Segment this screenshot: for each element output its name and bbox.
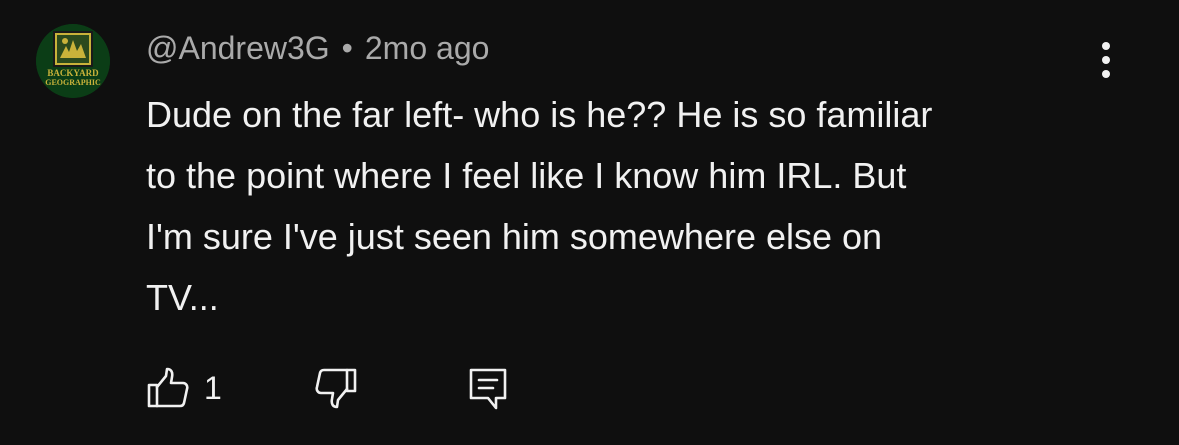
logo-line-2: GEOGRAPHIC [45,78,101,87]
more-vert-icon-dot [1102,70,1110,78]
logo-line-1: BACKYARD [47,68,99,78]
meta-separator: • [341,30,353,66]
reply-icon [469,368,507,410]
comment-thread-item: BACKYARD GEOGRAPHIC @Andrew3G • 2mo ago Du… [0,0,1179,445]
reply-button[interactable] [466,364,510,412]
more-vert-icon-dot [1102,56,1110,64]
more-options-button[interactable] [1090,38,1122,82]
thumbs-down-icon [315,368,357,409]
like-button[interactable]: 1 [146,364,222,412]
comment-text: Dude on the far left- who is he?? He is … [146,94,933,318]
comment-header: @Andrew3G • 2mo ago [146,28,489,68]
dislike-button[interactable] [314,364,358,412]
timestamp[interactable]: 2mo ago [365,30,490,66]
avatar[interactable]: BACKYARD GEOGRAPHIC [36,24,110,98]
thumbs-up-icon [147,367,189,408]
author-name[interactable]: @Andrew3G [146,30,330,66]
more-vert-icon-dot [1102,42,1110,50]
like-count: 1 [204,369,222,406]
